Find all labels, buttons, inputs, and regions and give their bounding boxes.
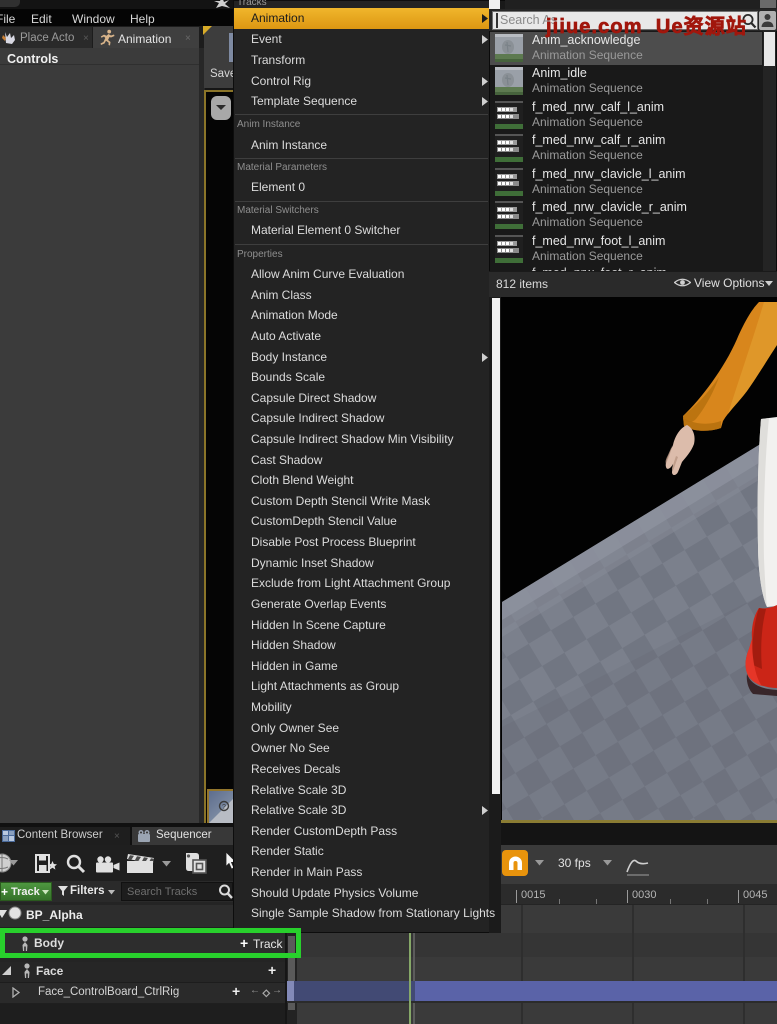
svg-text:?: ? (222, 804, 226, 811)
